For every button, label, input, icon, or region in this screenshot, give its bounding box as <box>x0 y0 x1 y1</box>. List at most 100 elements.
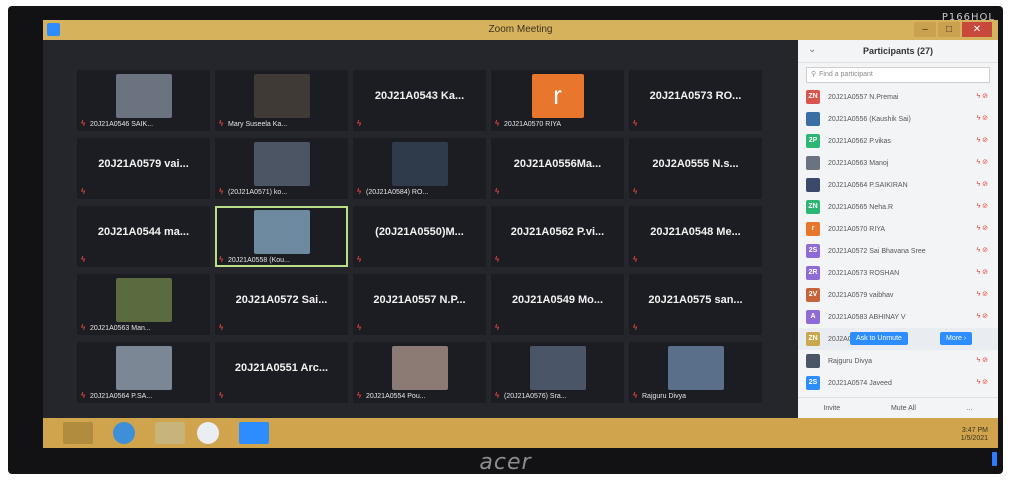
ask-to-unmute-button[interactable]: Ask to Unmute <box>850 332 908 345</box>
participant-video-tile[interactable]: ϟ 20J21A0554 Pou... <box>353 342 486 403</box>
window-controls: – □ ✕ <box>914 22 992 37</box>
participant-video-tile[interactable]: 20J21A0544 ma... ϟ <box>77 206 210 267</box>
tile-name: 20J21A0563 Man... <box>90 324 151 332</box>
participant-name: 20J21A0572 Sai Bhavana Sree <box>828 247 926 255</box>
participant-row[interactable]: 20J21A0564 P.SAIKIRAN ϟ ⊘ <box>798 174 998 196</box>
mic-muted-icon: ϟ <box>357 187 362 196</box>
participant-list: ZN 20J21A0557 N.Premai ϟ ⊘ 20J21A0556 (Kaus… <box>798 86 998 394</box>
participant-video-tile[interactable]: r ϟ 20J21A0570 RIYA <box>491 70 624 131</box>
participant-video-tile[interactable]: ϟ (20J21A0571) ko... <box>215 138 348 199</box>
tile-label: ϟ <box>81 188 87 196</box>
participant-row[interactable]: 2S 20J21A0574 Javeed ϟ ⊘ <box>798 372 998 394</box>
participant-avatar: ZN <box>806 332 820 346</box>
participant-video-tile[interactable]: 20J21A0557 N.P... ϟ <box>353 274 486 335</box>
participant-row[interactable]: 2P 20J21A0562 P.vikas ϟ ⊘ <box>798 130 998 152</box>
participant-video-tile[interactable]: ϟ Rajguru Divya <box>629 342 762 403</box>
participant-row[interactable]: ZN 20J2A0... Ask to Unmute More › <box>798 328 998 350</box>
participant-name-large: 20J21A0579 vai... <box>98 158 189 170</box>
mic-muted-icon: ϟ <box>219 187 224 196</box>
mic-video-muted-icon: ϟ ⊘ <box>976 313 988 320</box>
participant-video-tile[interactable]: ϟ (20J21A0576) Sra... <box>491 342 624 403</box>
participant-video-tile[interactable]: ϟ 20J21A0564 P.SA... <box>77 342 210 403</box>
participant-row[interactable]: 20J21A0556 (Kaushik Sai) ϟ ⊘ <box>798 108 998 130</box>
avatar: r <box>531 74 584 118</box>
start-button[interactable] <box>63 422 93 444</box>
participant-name: 20J21A0563 Manoj <box>828 159 889 167</box>
tile-name: 20J21A0554 Pou... <box>366 392 426 400</box>
zoom-taskbar-icon[interactable] <box>239 422 269 444</box>
participant-row[interactable]: 2S 20J21A0572 Sai Bhavana Sree ϟ ⊘ <box>798 240 998 262</box>
participant-video-tile[interactable]: ϟ 20J21A0546 SAIK... <box>77 70 210 131</box>
participant-video-tile[interactable]: 20J21A0548 Me... ϟ <box>629 206 762 267</box>
participant-video-tile[interactable]: 20J21A0556Ma... ϟ <box>491 138 624 199</box>
participant-video-tile[interactable]: 20J21A0573 RO... ϟ <box>629 70 762 131</box>
tile-name: 20J21A0546 SAIK... <box>90 120 154 128</box>
participants-panel: ⌄ Participants (27) ⚲ Find a participant… <box>798 40 998 418</box>
participant-video-tile[interactable]: 20J21A0579 vai... ϟ <box>77 138 210 199</box>
participant-video-tile[interactable]: 20J21A0549 Mo... ϟ <box>491 274 624 335</box>
file-explorer-icon[interactable] <box>155 422 185 444</box>
participant-name-large: 20J21A0544 ma... <box>97 226 190 238</box>
video-thumbnail <box>115 346 172 390</box>
search-icon: ⚲ <box>811 71 817 78</box>
mute-all-button[interactable]: Mute All <box>891 405 916 412</box>
avatar-letter: r <box>553 80 562 110</box>
participant-avatar: r <box>806 222 820 236</box>
participant-more-button[interactable]: More › <box>940 332 973 345</box>
tile-label: ϟ 20J21A0554 Pou... <box>357 392 426 400</box>
participant-row[interactable]: A 20J21A0583 ABHINAY V ϟ ⊘ <box>798 306 998 328</box>
participant-avatar: 2S <box>806 376 820 390</box>
video-thumbnail <box>115 74 172 118</box>
participant-name: Rajguru Divya <box>828 357 872 365</box>
mic-video-muted-icon: ϟ ⊘ <box>976 291 988 298</box>
participant-avatar: ZN <box>806 90 820 104</box>
video-thumbnail <box>253 142 310 186</box>
participant-name-large: 20J21A0551 Arc... <box>234 362 329 374</box>
participant-search-input[interactable]: ⚲ Find a participant <box>806 67 990 83</box>
participant-row[interactable]: ZN 20J21A0565 Neha.R ϟ ⊘ <box>798 196 998 218</box>
mic-muted-icon: ϟ <box>495 119 500 128</box>
tile-label: ϟ (20J21A0584) RO... <box>357 188 428 196</box>
participant-row[interactable]: 2V 20J21A0579 vaibhav ϟ ⊘ <box>798 284 998 306</box>
mic-muted-icon: ϟ <box>357 119 362 128</box>
window-titlebar: Zoom Meeting – □ ✕ <box>43 20 998 40</box>
chrome-icon[interactable] <box>197 422 219 444</box>
participant-row[interactable]: Rajguru Divya ϟ ⊘ <box>798 350 998 372</box>
panel-more-button[interactable]: ... <box>967 405 973 412</box>
participant-name-large: 20J21A0572 Sai... <box>235 294 328 306</box>
participant-video-tile[interactable]: 20J2A0555 N.s... ϟ <box>629 138 762 199</box>
participant-video-tile[interactable]: ϟ 20J21A0558 (Kou... <box>215 206 348 267</box>
participant-video-tile[interactable]: ϟ Mary Suseela Ka... <box>215 70 348 131</box>
tile-label: ϟ <box>495 188 501 196</box>
participant-row[interactable]: ZN 20J21A0557 N.Premai ϟ ⊘ <box>798 86 998 108</box>
participant-name-large: 20J21A0562 P.vi... <box>510 226 605 238</box>
participant-video-tile[interactable]: ϟ 20J21A0563 Man... <box>77 274 210 335</box>
tile-label: ϟ 20J21A0558 (Kou... <box>219 256 290 264</box>
participant-video-tile[interactable]: (20J21A0550)M... ϟ <box>353 206 486 267</box>
participant-avatar: A <box>806 310 820 324</box>
ie-icon[interactable] <box>113 422 135 444</box>
participant-video-tile[interactable]: 20J21A0562 P.vi... ϟ <box>491 206 624 267</box>
maximize-button[interactable]: □ <box>938 22 960 37</box>
participant-name: 20J21A0570 RIYA <box>828 225 886 233</box>
tile-label: ϟ (20J21A0571) ko... <box>219 188 287 196</box>
participant-name: 20J21A0556 (Kaushik Sai) <box>828 115 911 123</box>
participant-row[interactable]: r 20J21A0570 RIYA ϟ ⊘ <box>798 218 998 240</box>
participant-name: 20J21A0579 vaibhav <box>828 291 894 299</box>
participant-row[interactable]: 2R 20J21A0573 ROSHAN ϟ ⊘ <box>798 262 998 284</box>
minimize-button[interactable]: – <box>914 22 936 37</box>
window-title: Zoom Meeting <box>488 24 553 35</box>
invite-button[interactable]: Invite <box>823 405 840 412</box>
close-button[interactable]: ✕ <box>962 22 992 37</box>
participant-video-tile[interactable]: 20J21A0543 Ka... ϟ <box>353 70 486 131</box>
participant-video-tile[interactable]: 20J21A0575 san... ϟ <box>629 274 762 335</box>
clock-date: 1/5/2021 <box>960 435 988 442</box>
participant-video-tile[interactable]: 20J21A0572 Sai... ϟ <box>215 274 348 335</box>
tile-name: (20J21A0576) Sra... <box>504 392 567 400</box>
participant-video-tile[interactable]: ϟ (20J21A0584) RO... <box>353 138 486 199</box>
mic-muted-icon: ϟ <box>357 323 362 332</box>
participant-name: 20J21A0565 Neha.R <box>828 203 893 211</box>
participant-row[interactable]: 20J21A0563 Manoj ϟ ⊘ <box>798 152 998 174</box>
participant-video-tile[interactable]: 20J21A0551 Arc... ϟ <box>215 342 348 403</box>
mic-video-muted-icon: ϟ ⊘ <box>976 225 988 232</box>
